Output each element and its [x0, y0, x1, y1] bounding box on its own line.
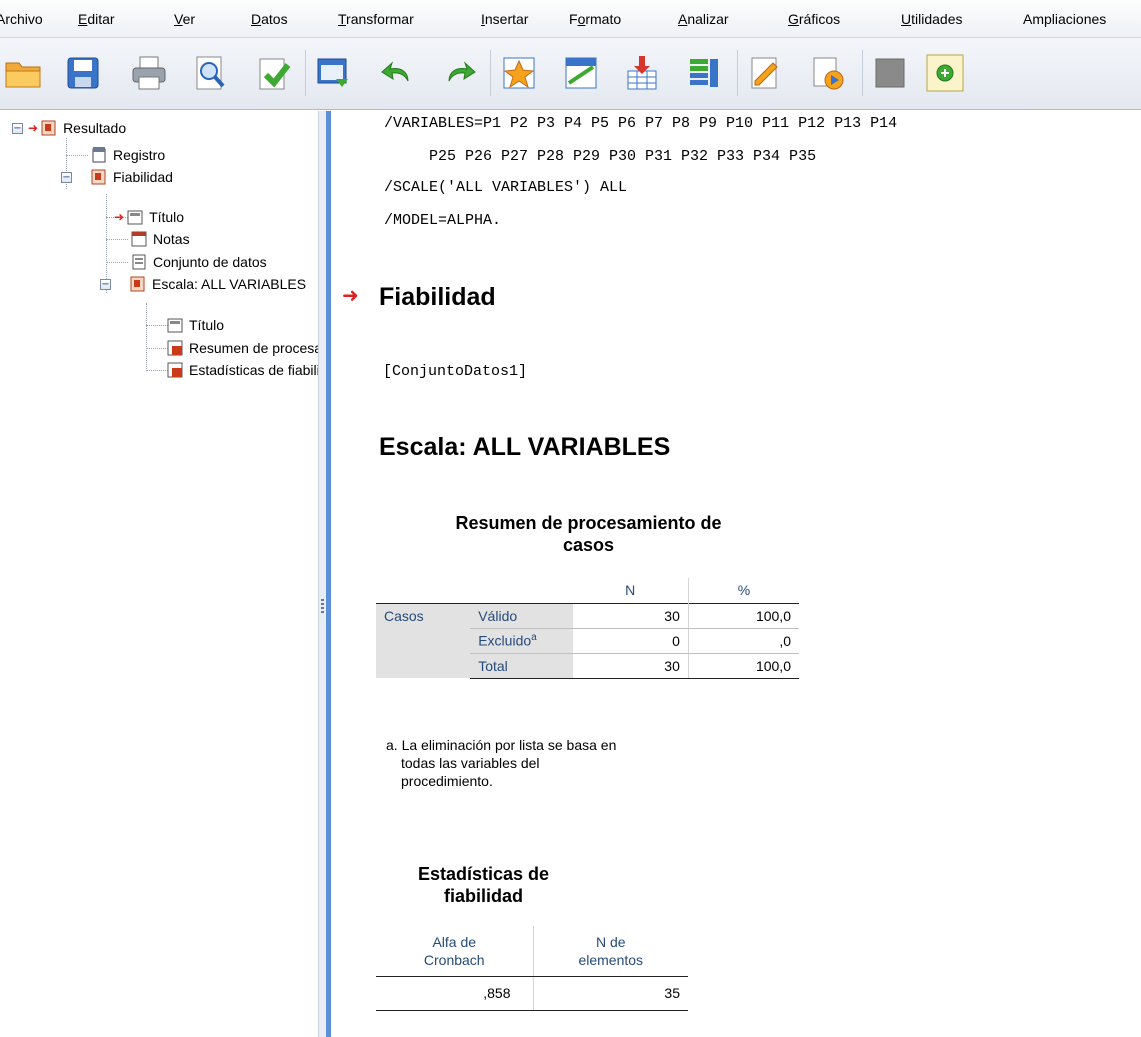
goto-case-icon[interactable]	[498, 52, 540, 94]
reliability-table[interactable]: Alfa de Cronbach N de elementos ,858 35	[376, 926, 688, 1011]
dataset-label: [ConjuntoDatos1]	[383, 363, 528, 380]
scale-heading[interactable]: Escala: ALL VARIABLES	[379, 433, 670, 462]
menu-datos[interactable]: Datos	[251, 11, 288, 27]
menu-ampliaciones[interactable]: Ampliaciones	[1023, 11, 1106, 27]
cell-value: 30	[572, 653, 689, 679]
nav-node-resumen[interactable]: Resumen de procesamiento de casos	[166, 337, 318, 359]
undo-icon[interactable]	[377, 52, 419, 94]
print-preview-icon[interactable]	[189, 52, 231, 94]
cell-value: ,0	[688, 628, 799, 654]
col-header-alpha: Alfa de Cronbach	[376, 926, 534, 977]
gray-box-icon[interactable]	[869, 52, 911, 94]
title-icon	[166, 316, 184, 334]
collapse-fiabilidad-toggle[interactable]: −	[61, 172, 72, 183]
nav-node-titulo-escala[interactable]: Título	[166, 314, 224, 336]
variables-icon[interactable]	[683, 52, 725, 94]
goto-variable-icon[interactable]	[560, 52, 602, 94]
cell-value: 100,0	[688, 602, 799, 629]
syntax-line: /MODEL=ALPHA.	[384, 212, 502, 229]
red-arrow-icon: ➜	[342, 283, 359, 307]
syntax-line: /VARIABLES=P1 P2 P3 P4 P5 P6 P7 P8 P9 P1…	[384, 115, 898, 132]
col-header-pct: %	[737, 582, 751, 599]
nav-node-registro[interactable]: Registro	[90, 144, 165, 166]
col-header-n: N	[572, 578, 689, 603]
section-heading[interactable]: Fiabilidad	[379, 283, 496, 312]
case-table-title: Resumen de procesamiento de casos	[455, 513, 722, 555]
table-footnote: a. La eliminación por lista se basa en t…	[386, 737, 617, 789]
nav-node-fiabilidad[interactable]: Fiabilidad	[90, 166, 173, 188]
row-label: Válido	[470, 602, 573, 629]
cell-n-items-value: 35	[533, 976, 688, 1011]
cell-value: 0	[572, 628, 689, 654]
export-icon[interactable]	[251, 52, 293, 94]
case-processing-table[interactable]: N % Casos Válido 30 100,0 Excluidoa 0 ,0…	[376, 578, 799, 679]
table-icon	[166, 361, 184, 379]
syntax-line: P25 P26 P27 P28 P29 P30 P31 P32 P33 P34 …	[411, 148, 817, 165]
menu-utilidades[interactable]: Utilidades	[901, 11, 963, 27]
menu-bar: Archivo Editar Ver Datos Transformar Ins…	[0, 0, 1141, 38]
collapse-root-toggle[interactable]: −	[12, 123, 23, 134]
run-script-icon[interactable]	[806, 52, 848, 94]
log-icon	[90, 146, 108, 164]
row-label: Excluidoa	[470, 628, 573, 654]
save-icon[interactable]	[62, 52, 104, 94]
cell-value: 100,0	[688, 653, 799, 679]
table-icon	[166, 339, 184, 357]
red-arrow-icon: ➜	[28, 121, 39, 135]
menu-editar[interactable]: Editar	[78, 11, 115, 27]
menu-insertar[interactable]: Insertar	[481, 11, 528, 27]
pane-splitter[interactable]	[318, 111, 326, 1037]
notes-icon	[130, 230, 148, 248]
print-icon[interactable]	[128, 52, 170, 94]
splitter-grip[interactable]	[321, 599, 324, 613]
menu-graficos[interactable]: Gráficos	[788, 11, 840, 27]
menu-analizar[interactable]: Analizar	[678, 11, 729, 27]
menu-ver[interactable]: Ver	[174, 11, 195, 27]
goto-data-icon[interactable]	[311, 52, 353, 94]
book-icon	[90, 168, 108, 186]
cell-value: 30	[572, 602, 689, 629]
open-folder-icon[interactable]	[2, 52, 44, 94]
insert-cases-icon[interactable]	[621, 52, 663, 94]
nav-node-resultado[interactable]: ➜ Resultado	[28, 117, 126, 139]
collapse-escala-toggle[interactable]: −	[100, 279, 111, 290]
reliability-table-title: Estadísticas de fiabilidad	[417, 864, 550, 906]
redo-icon[interactable]	[438, 52, 480, 94]
menu-archivo[interactable]: Archivo	[0, 11, 43, 27]
nav-node-escala[interactable]: Escala: ALL VARIABLES	[129, 273, 306, 295]
toolbar	[0, 38, 1141, 110]
dataset-icon	[130, 253, 148, 271]
menu-formato[interactable]: Formato	[569, 11, 621, 27]
designate-window-icon[interactable]	[744, 52, 786, 94]
output-viewer: /VARIABLES=P1 P2 P3 P4 P5 P6 P7 P8 P9 P1…	[331, 111, 1141, 1037]
nav-node-estadisticas[interactable]: Estadísticas de fiabilidad	[166, 359, 318, 381]
nav-node-titulo[interactable]: ➜ Título	[114, 206, 184, 228]
book-icon	[40, 119, 58, 137]
syntax-line: /SCALE('ALL VARIABLES') ALL	[384, 179, 628, 196]
menu-transformar[interactable]: Transformar	[338, 11, 414, 27]
title-icon	[126, 208, 144, 226]
nav-node-notas[interactable]: Notas	[130, 228, 190, 250]
nav-node-conjunto[interactable]: Conjunto de datos	[130, 251, 267, 273]
row-label: Total	[470, 653, 573, 679]
red-arrow-icon: ➜	[114, 210, 125, 224]
add-icon[interactable]	[924, 52, 966, 94]
output-navigator: − ➜ Resultado Registro − Fiabilidad ➜ Tí…	[0, 111, 318, 1037]
col-header-n-items: N de elementos	[533, 926, 688, 977]
book-icon	[129, 275, 147, 293]
cell-alpha-value: ,858	[376, 976, 534, 1011]
row-group-casos: Casos	[376, 602, 471, 678]
